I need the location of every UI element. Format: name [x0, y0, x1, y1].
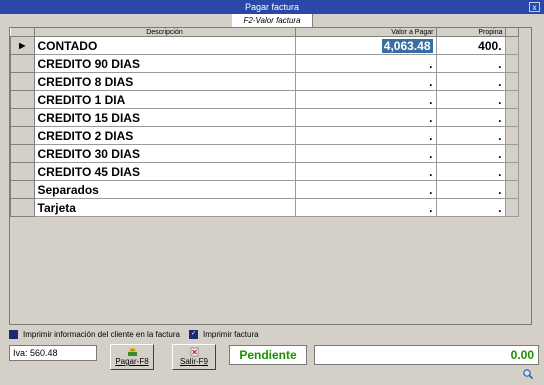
- row-valor[interactable]: .: [294, 126, 437, 145]
- table-row[interactable]: Separados . .: [10, 180, 519, 199]
- row-end: [504, 180, 519, 199]
- row-description[interactable]: CREDITO 15 DIAS: [33, 108, 296, 127]
- status-display: Pendiente: [229, 345, 307, 365]
- row-valor[interactable]: 4,063.48: [294, 36, 437, 55]
- magnifier-icon[interactable]: [521, 368, 535, 382]
- money-icon: [127, 348, 137, 356]
- row-indicator-icon: [10, 126, 35, 145]
- indicator-header: [10, 28, 35, 37]
- row-indicator-icon: [10, 198, 35, 217]
- table-row[interactable]: CREDITO 1 DIA . .: [10, 90, 519, 109]
- row-description[interactable]: CREDITO 1 DIA: [33, 90, 296, 109]
- column-header-valor: Valor a Pagar: [295, 28, 437, 37]
- row-valor[interactable]: .: [294, 198, 437, 217]
- row-propina[interactable]: .: [435, 72, 506, 91]
- pay-button-label: Pagar-F8: [115, 357, 149, 366]
- print-invoice-option[interactable]: ✓ Imprimir factura: [189, 330, 259, 340]
- row-propina[interactable]: 400.: [435, 36, 506, 55]
- row-end: [504, 198, 519, 217]
- row-valor[interactable]: .: [294, 90, 437, 109]
- amount-display: 0.00: [314, 345, 539, 365]
- row-valor[interactable]: .: [294, 72, 437, 91]
- row-propina[interactable]: .: [435, 198, 506, 217]
- row-indicator-icon: [10, 108, 35, 127]
- column-header-descripcion: Descripción: [34, 28, 296, 37]
- row-indicator-icon: [10, 144, 35, 163]
- row-description[interactable]: CREDITO 30 DIAS: [33, 144, 296, 163]
- table-row[interactable]: CREDITO 90 DIAS . .: [10, 54, 519, 73]
- row-valor[interactable]: .: [294, 162, 437, 181]
- exit-button-label: Salir-F9: [179, 357, 208, 366]
- print-client-info-label: Imprimir información del cliente en la f…: [23, 330, 180, 339]
- row-indicator-icon: [10, 90, 35, 109]
- table-row[interactable]: CREDITO 8 DIAS . .: [10, 72, 519, 91]
- exit-button[interactable]: Salir-F9: [172, 344, 216, 370]
- table-row[interactable]: CREDITO 15 DIAS . .: [10, 108, 519, 127]
- row-end: [504, 162, 519, 181]
- table-row[interactable]: Tarjeta . .: [10, 198, 519, 217]
- window-titlebar: Pagar factura x: [0, 0, 544, 14]
- row-valor[interactable]: .: [294, 54, 437, 73]
- row-end: [504, 36, 519, 55]
- row-propina[interactable]: .: [435, 108, 506, 127]
- row-description[interactable]: Tarjeta: [33, 198, 296, 217]
- row-end: [504, 90, 519, 109]
- pay-button[interactable]: Pagar-F8: [110, 344, 154, 370]
- column-header-propina: Propina: [436, 28, 506, 37]
- row-description[interactable]: CONTADO: [33, 36, 296, 55]
- row-valor[interactable]: .: [294, 144, 437, 163]
- row-indicator-icon: ▶: [10, 36, 35, 55]
- row-propina[interactable]: .: [435, 126, 506, 145]
- row-end: [504, 72, 519, 91]
- print-client-info-option[interactable]: Imprimir información del cliente en la f…: [9, 330, 180, 340]
- row-propina[interactable]: .: [435, 162, 506, 181]
- row-end: [504, 108, 519, 127]
- row-propina[interactable]: .: [435, 180, 506, 199]
- header-end: [505, 28, 519, 37]
- row-description[interactable]: CREDITO 90 DIAS: [33, 54, 296, 73]
- row-description[interactable]: Separados: [33, 180, 296, 199]
- row-indicator-icon: [10, 162, 35, 181]
- row-indicator-icon: [10, 72, 35, 91]
- payment-table: Descripción Valor a Pagar Propina ▶ CONT…: [10, 28, 519, 217]
- print-client-info-checkbox[interactable]: [9, 330, 18, 340]
- table-row[interactable]: ▶ CONTADO 4,063.48 400.: [10, 36, 519, 55]
- row-description[interactable]: CREDITO 8 DIAS: [33, 72, 296, 91]
- row-end: [504, 144, 519, 163]
- row-valor[interactable]: .: [294, 108, 437, 127]
- row-propina[interactable]: .: [435, 90, 506, 109]
- row-end: [504, 54, 519, 73]
- print-invoice-checkbox[interactable]: ✓: [189, 330, 198, 340]
- row-description[interactable]: CREDITO 45 DIAS: [33, 162, 296, 181]
- window-title: Pagar factura: [244, 2, 300, 12]
- table-row[interactable]: CREDITO 2 DIAS . .: [10, 126, 519, 145]
- row-description[interactable]: CREDITO 2 DIAS: [33, 126, 296, 145]
- payment-grid: Descripción Valor a Pagar Propina ▶ CONT…: [9, 27, 532, 325]
- row-indicator-icon: [10, 54, 35, 73]
- exit-icon: [190, 347, 198, 357]
- row-end: [504, 126, 519, 145]
- table-row[interactable]: CREDITO 45 DIAS . .: [10, 162, 519, 181]
- row-valor[interactable]: .: [294, 180, 437, 199]
- close-icon: x: [532, 3, 537, 12]
- row-propina[interactable]: .: [435, 54, 506, 73]
- row-indicator-icon: [10, 180, 35, 199]
- close-button[interactable]: x: [529, 2, 540, 12]
- valor-selected-text[interactable]: 4,063.48: [381, 38, 433, 53]
- table-row[interactable]: CREDITO 30 DIAS . .: [10, 144, 519, 163]
- iva-field: Iva: 560.48: [9, 345, 97, 361]
- tab-valor-factura[interactable]: F2-Valor factura: [232, 14, 313, 27]
- print-invoice-label: Imprimir factura: [203, 330, 259, 339]
- row-propina[interactable]: .: [435, 144, 506, 163]
